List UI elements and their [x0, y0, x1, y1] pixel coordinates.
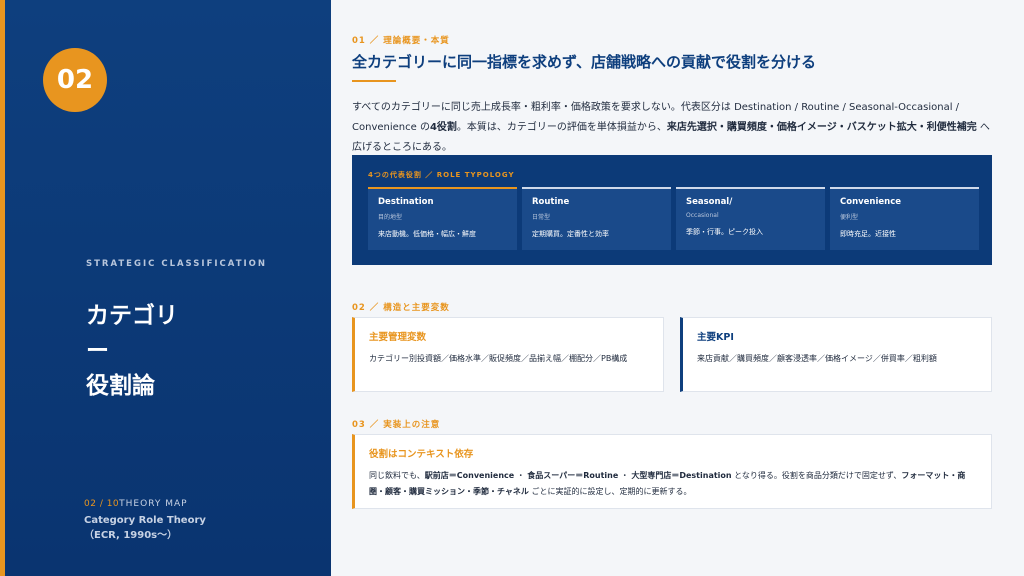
- box-text: 来店貢献／購買頻度／顧客浸透率／価格イメージ／併買率／粗利額: [697, 354, 937, 363]
- page-title: カテゴリ ー 役割論: [86, 299, 266, 404]
- theory-name: Category Role Theory （ECR, 1990s〜）: [84, 513, 206, 543]
- theory-origin: （ECR, 1990s〜）: [84, 530, 178, 541]
- note-bold: 食品スーパー＝Routine: [527, 471, 619, 480]
- section-1-headline: 全カテゴリーに同一指標を求めず、店舗戦略への貢献で役割を分ける: [352, 53, 816, 71]
- role-name: Seasonal/: [686, 197, 733, 207]
- theory-title: Category Role Theory: [84, 515, 206, 526]
- box-text: カテゴリー別投資額／価格水準／販促頻度／品揃え幅／棚配分／PB構成: [369, 354, 628, 363]
- section-2-label: 02 ／ 構造と主要変数: [352, 303, 450, 313]
- page-counter: 02 / 10THEORY MAP: [84, 499, 188, 509]
- box-title: 役割はコンテキスト依存: [369, 449, 474, 460]
- role-description: 即時充足。近接性: [840, 230, 896, 238]
- para-bold: 来店先選択・購買頻度・価格イメージ・バスケット拡大・利便性補完: [666, 122, 977, 133]
- title-line-2: ー: [86, 338, 109, 364]
- role-name: Routine: [532, 197, 570, 207]
- role-card-destination: Destination 目的地型 来店動機。低価格・幅広・鮮度: [368, 187, 517, 250]
- para-text: 。本質は、カテゴリーの評価を単体損益から、: [456, 122, 667, 133]
- note-bold: 駅前店＝Convenience: [424, 471, 515, 480]
- title-line-3: 役割論: [86, 373, 155, 399]
- role-subtitle: 目的地型: [378, 214, 403, 221]
- note-bold: 大型専門店＝Destination: [631, 471, 732, 480]
- role-card-convenience: Convenience 便利型 即時充足。近接性: [830, 187, 979, 250]
- page-section-label: THEORY MAP: [119, 499, 188, 509]
- note-text: ・: [514, 471, 528, 480]
- role-subtitle: 便利型: [840, 214, 859, 221]
- role-description: 季節・行事。ピーク投入: [686, 228, 763, 236]
- section-number-badge: 02: [43, 48, 107, 112]
- role-name: Destination: [378, 197, 434, 207]
- left-panel: 02 STRATEGIC CLASSIFICATION カテゴリ ー 役割論 0…: [0, 0, 331, 576]
- note-text: 同じ飲料でも、: [369, 471, 425, 480]
- role-name: Convenience: [840, 197, 902, 207]
- kpi-box: 主要KPI 来店貢献／購買頻度／顧客浸透率／価格イメージ／併買率／粗利額: [680, 317, 992, 392]
- role-card-seasonal: Seasonal/ Occasional 季節・行事。ピーク投入: [676, 187, 825, 250]
- para-bold: 4役割: [429, 122, 457, 133]
- role-description: 来店動機。低価格・幅広・鮮度: [378, 230, 476, 238]
- role-card-routine: Routine 日常型 定期購買。定番性と効率: [522, 187, 671, 250]
- page-number: 02 / 10: [84, 499, 120, 509]
- section-1-label: 01 ／ 理論概要・本質: [352, 36, 450, 46]
- box-text: 同じ飲料でも、駅前店＝Convenience ・ 食品スーパー＝Routine …: [369, 468, 977, 500]
- management-variables-box: 主要管理変数 カテゴリー別投資額／価格水準／販促頻度／品揃え幅／棚配分／PB構成: [352, 317, 664, 392]
- title-line-1: カテゴリ: [86, 303, 178, 329]
- typology-label: 4つの代表役割 ／ ROLE TYPOLOGY: [368, 171, 515, 179]
- role-typology-panel: 4つの代表役割 ／ ROLE TYPOLOGY Destination 目的地型…: [352, 155, 992, 265]
- box-title: 主要管理変数: [369, 332, 427, 343]
- headline-underline: [352, 80, 396, 82]
- note-text: ごとに実証的に設定し、定期的に更新する。: [528, 487, 692, 496]
- section-3-label: 03 ／ 実装上の注意: [352, 420, 441, 430]
- eyebrow-label: STRATEGIC CLASSIFICATION: [86, 259, 268, 269]
- section-1-paragraph: すべてのカテゴリーに同じ売上成長率・粗利率・価格政策を要求しない。代表区分は D…: [352, 98, 992, 158]
- note-text: となり得る。役割を商品分類だけで固定せず、: [731, 471, 902, 480]
- box-title: 主要KPI: [697, 332, 734, 343]
- role-description: 定期購買。定番性と効率: [532, 230, 609, 238]
- context-note-box: 役割はコンテキスト依存 同じ飲料でも、駅前店＝Convenience ・ 食品ス…: [352, 434, 992, 509]
- left-accent-bar: [0, 0, 5, 576]
- role-subtitle: Occasional: [686, 212, 719, 219]
- role-subtitle: 日常型: [532, 214, 551, 221]
- note-text: ・: [618, 471, 632, 480]
